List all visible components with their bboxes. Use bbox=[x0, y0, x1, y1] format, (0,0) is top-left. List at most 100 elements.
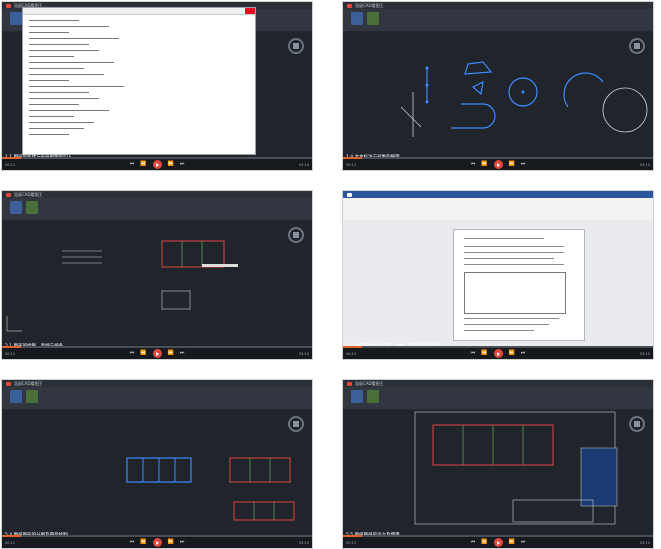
text-line bbox=[29, 62, 114, 63]
text-line bbox=[29, 110, 109, 111]
ribbon-tool-icon[interactable] bbox=[10, 201, 22, 214]
cad-shapes bbox=[414, 411, 618, 525]
close-icon[interactable] bbox=[245, 8, 255, 14]
text-line bbox=[464, 318, 559, 319]
view-cube-icon[interactable] bbox=[288, 38, 304, 54]
forward-icon[interactable]: ⏩ bbox=[509, 348, 515, 359]
play-button[interactable] bbox=[152, 538, 162, 547]
app-logo-icon bbox=[6, 381, 11, 386]
player-controls: ⏮ ⏪ ⏩ ⏭ bbox=[343, 159, 653, 170]
video-thumbnail-4[interactable]: 3.1 图纸的绘制与设置、规则、属性与其他功能 ⏮ ⏪ ⏩ ⏭ 00:12 03… bbox=[342, 190, 654, 360]
video-thumbnail-2[interactable]: 浩辰CAD看图王 1.4 文本标注与对象的编辑 ⏮ ⏪ ⏩ ⏭ 00:12 03… bbox=[342, 1, 654, 171]
rewind-icon[interactable]: ⏪ bbox=[481, 159, 487, 170]
time-current: 00:12 bbox=[346, 541, 357, 545]
cad-shapes bbox=[400, 61, 648, 137]
text-line bbox=[29, 86, 124, 87]
ribbon-tool-icon[interactable] bbox=[351, 12, 363, 25]
text-line bbox=[29, 122, 94, 123]
text-line bbox=[29, 32, 69, 33]
rewind-icon[interactable]: ⏪ bbox=[140, 348, 146, 359]
ribbon-tool-icon[interactable] bbox=[351, 390, 363, 403]
forward-icon[interactable]: ⏩ bbox=[168, 348, 174, 359]
previous-icon[interactable]: ⏮ bbox=[471, 159, 476, 170]
ribbon-tool-icon[interactable] bbox=[26, 201, 38, 214]
text-line bbox=[29, 74, 104, 75]
video-thumbnail-1[interactable]: 浩辰CAD看图王 1.1 图层的新建与布局视图的切入 ⏮ ⏪ bbox=[1, 1, 313, 171]
player-controls: ⏮ ⏪ ⏩ ⏭ bbox=[2, 537, 312, 548]
ribbon-tool-icon[interactable] bbox=[10, 390, 22, 403]
text-line bbox=[29, 80, 69, 81]
text-line bbox=[464, 252, 564, 253]
time-current: 00:12 bbox=[5, 163, 16, 167]
text-line bbox=[29, 26, 109, 27]
app-logo-icon bbox=[347, 381, 352, 386]
cad-shapes bbox=[126, 457, 295, 521]
video-thumbnail-5[interactable]: 浩辰CAD看图王 5.4 图纸图形的分图及最后绘制 ⏮ ⏪ ⏩ ⏭ 00:12 … bbox=[1, 379, 313, 549]
play-button[interactable] bbox=[152, 349, 162, 358]
forward-icon[interactable]: ⏩ bbox=[509, 537, 515, 548]
next-icon[interactable]: ⏭ bbox=[521, 348, 526, 359]
rewind-icon[interactable]: ⏪ bbox=[140, 537, 146, 548]
rewind-icon[interactable]: ⏪ bbox=[481, 348, 487, 359]
ribbon-toolbar[interactable] bbox=[2, 387, 312, 410]
ribbon-tool-icon[interactable] bbox=[26, 390, 38, 403]
next-icon[interactable]: ⏭ bbox=[180, 537, 185, 548]
text-line bbox=[29, 50, 99, 51]
time-total: 03:10 bbox=[298, 163, 309, 167]
text-line bbox=[29, 20, 79, 21]
ribbon-toolbar[interactable] bbox=[2, 198, 312, 221]
play-button[interactable] bbox=[493, 349, 503, 358]
drawing-canvas[interactable] bbox=[343, 32, 653, 150]
title-bar: 浩辰CAD看图王 bbox=[2, 380, 312, 387]
drawing-canvas[interactable] bbox=[2, 410, 312, 528]
next-icon[interactable]: ⏭ bbox=[521, 159, 526, 170]
previous-icon[interactable]: ⏮ bbox=[130, 537, 135, 548]
ribbon-toolbar[interactable] bbox=[343, 9, 653, 32]
text-line bbox=[29, 68, 84, 69]
word-ribbon[interactable] bbox=[343, 198, 653, 220]
previous-icon[interactable]: ⏮ bbox=[130, 159, 135, 170]
text-line bbox=[464, 324, 549, 325]
next-icon[interactable]: ⏭ bbox=[521, 537, 526, 548]
time-total: 03:10 bbox=[639, 163, 650, 167]
app-logo-icon bbox=[6, 3, 11, 8]
ribbon-tool-icon[interactable] bbox=[10, 12, 22, 25]
previous-icon[interactable]: ⏮ bbox=[471, 537, 476, 548]
text-line bbox=[29, 128, 84, 129]
time-total: 03:10 bbox=[639, 541, 650, 545]
drawing-canvas[interactable] bbox=[343, 410, 653, 528]
app-name: 浩辰CAD看图王 bbox=[355, 381, 384, 386]
title-bar: 浩辰CAD看图王 bbox=[343, 380, 653, 387]
time-current: 00:12 bbox=[346, 352, 357, 356]
text-line bbox=[29, 92, 89, 93]
play-button[interactable] bbox=[493, 160, 503, 169]
time-current: 00:12 bbox=[5, 541, 16, 545]
forward-icon[interactable]: ⏩ bbox=[168, 159, 174, 170]
next-icon[interactable]: ⏭ bbox=[180, 159, 185, 170]
previous-icon[interactable]: ⏮ bbox=[471, 348, 476, 359]
ribbon-toolbar[interactable] bbox=[343, 387, 653, 410]
text-line bbox=[29, 56, 74, 57]
text-line bbox=[29, 98, 99, 99]
text-line bbox=[29, 116, 74, 117]
next-icon[interactable]: ⏭ bbox=[180, 348, 185, 359]
previous-icon[interactable]: ⏮ bbox=[130, 348, 135, 359]
forward-icon[interactable]: ⏩ bbox=[509, 159, 515, 170]
ribbon-tool-icon[interactable] bbox=[367, 12, 379, 25]
ribbon-tool-icon[interactable] bbox=[367, 390, 379, 403]
app-name: 浩辰CAD看图王 bbox=[355, 3, 384, 8]
play-button[interactable] bbox=[493, 538, 503, 547]
rewind-icon[interactable]: ⏪ bbox=[481, 537, 487, 548]
play-button[interactable] bbox=[152, 160, 162, 169]
app-logo-icon bbox=[347, 192, 352, 197]
video-thumbnail-6[interactable]: 浩辰CAD看图王 5.5 图纸图纸的设立及使用 ⏮ ⏪ ⏩ ⏭ 00:12 03… bbox=[342, 379, 654, 549]
time-current: 00:12 bbox=[5, 352, 16, 356]
rewind-icon[interactable]: ⏪ bbox=[140, 159, 146, 170]
player-controls: ⏮ ⏪ ⏩ ⏭ bbox=[2, 348, 312, 359]
time-total: 03:10 bbox=[298, 541, 309, 545]
forward-icon[interactable]: ⏩ bbox=[168, 537, 174, 548]
drawing-canvas[interactable] bbox=[2, 221, 312, 339]
text-window[interactable] bbox=[22, 7, 256, 155]
video-thumbnail-3[interactable]: 浩辰CAD看图王 2.1 图形的绘制、直线与线条 ⏮ ⏪ ⏩ ⏭ 00:12 0… bbox=[1, 190, 313, 360]
text-line bbox=[464, 258, 554, 259]
